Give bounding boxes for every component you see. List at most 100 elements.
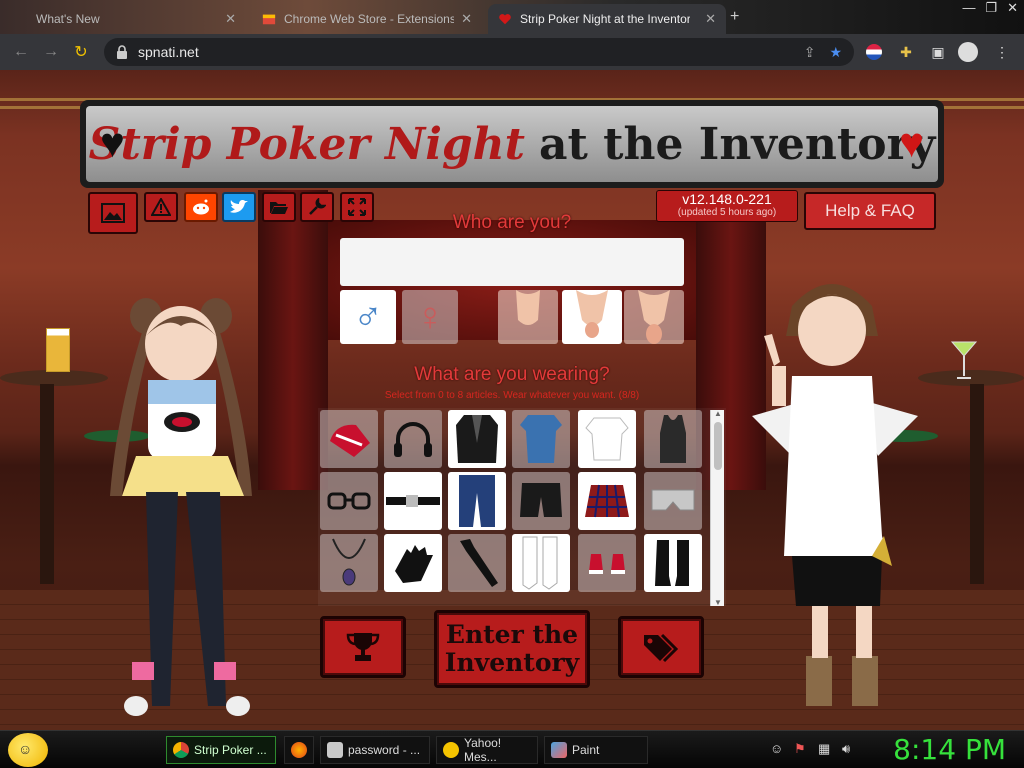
clothing-shirt[interactable]	[512, 410, 570, 468]
smiley-icon: ☺	[18, 741, 33, 757]
clothing-boots[interactable]	[644, 534, 702, 592]
address-bar[interactable]: spnati.net ⇪ ★	[104, 38, 854, 66]
scrollbar-thumb[interactable]	[714, 422, 722, 470]
plaid-skirt-icon	[585, 484, 629, 518]
volume-icon[interactable]: 🔊︎	[842, 741, 850, 757]
taskbar-item-password[interactable]: password - ...	[320, 736, 430, 764]
background-select-button[interactable]	[88, 192, 138, 234]
forward-icon[interactable]: →	[36, 43, 66, 61]
tab-whats-new[interactable]: What's New ✕	[26, 4, 246, 34]
shorts-icon	[520, 483, 562, 517]
minimize-icon[interactable]: —	[962, 0, 975, 16]
male-gender-button[interactable]: ♂	[340, 290, 396, 344]
taskbar-item-paint[interactable]: Paint	[544, 736, 648, 764]
chrome-icon	[173, 742, 189, 758]
tab-chrome-web-store[interactable]: Chrome Web Store - Extensions ✕	[252, 4, 482, 34]
size-small-icon	[516, 290, 540, 325]
clothing-belt[interactable]	[384, 472, 442, 530]
male-symbol-icon: ♂	[353, 294, 383, 339]
taskbar-item-strip-poker[interactable]: Strip Poker ...	[166, 736, 276, 764]
close-icon[interactable]: ✕	[225, 11, 236, 27]
back-icon[interactable]: ←	[6, 43, 36, 61]
menu-kebab-icon[interactable]: ⋮	[992, 42, 1012, 62]
clothing-jacket[interactable]	[448, 410, 506, 468]
clothing-headphones[interactable]	[384, 410, 442, 468]
clothing-scrollbar[interactable]: ▲ ▼	[710, 409, 724, 607]
scroll-down-arrow-icon[interactable]: ▼	[714, 598, 722, 607]
scroll-up-arrow-icon[interactable]: ▲	[714, 409, 722, 418]
taskbar: ☺ Strip Poker ... password - ... Yahoo! …	[0, 730, 1024, 768]
folder-open-icon	[270, 202, 288, 214]
bar-table-left	[0, 370, 108, 386]
tab-title: What's New	[36, 12, 100, 26]
clothing-cap[interactable]	[320, 410, 378, 468]
female-symbol-icon: ♀	[415, 294, 445, 339]
enter-line-1: Enter the	[445, 620, 579, 649]
sneakers-icon	[589, 554, 625, 574]
bookmark-star-icon[interactable]: ★	[829, 44, 842, 61]
clothing-shorts[interactable]	[512, 472, 570, 530]
taskbar-item-label: Strip Poker ...	[194, 743, 267, 757]
chrome-web-store-icon	[262, 14, 276, 25]
title-red-text: Strip Poker Night	[88, 118, 525, 170]
tray-smiley-icon[interactable]: ☺	[770, 741, 783, 756]
enter-line-2: Inventory	[444, 648, 580, 677]
female-gender-button[interactable]: ♀	[402, 290, 458, 344]
options-button[interactable]	[300, 192, 334, 222]
reload-icon[interactable]: ↻	[66, 42, 96, 62]
boots-icon	[655, 540, 689, 586]
yahoo-icon	[443, 742, 459, 758]
clothing-plaid-skirt[interactable]	[578, 472, 636, 530]
left-character-rosa	[110, 298, 252, 716]
clothing-gloves[interactable]	[384, 534, 442, 592]
clothing-necklace[interactable]	[320, 534, 378, 592]
reddit-icon	[193, 199, 209, 215]
twitter-button[interactable]	[222, 192, 256, 222]
size-medium-button[interactable]	[562, 290, 622, 344]
clothing-briefs[interactable]	[644, 472, 702, 530]
extensions-puzzle-icon[interactable]: ✚	[896, 42, 916, 62]
tab-spnati[interactable]: Strip Poker Night at the Inventor ✕	[488, 4, 726, 34]
share-icon[interactable]: ⇪	[804, 44, 816, 61]
clothing-sneakers[interactable]	[578, 534, 636, 592]
profile-avatar-icon[interactable]	[958, 42, 978, 62]
maximize-icon[interactable]: ❐	[985, 0, 997, 16]
help-faq-button[interactable]: Help & FAQ	[804, 192, 936, 230]
reddit-button[interactable]	[184, 192, 218, 222]
clothing-tie[interactable]	[448, 534, 506, 592]
clock[interactable]: 8:14 PM	[893, 733, 1006, 766]
clothing-tank-top[interactable]	[644, 410, 702, 468]
martini-glass	[950, 341, 978, 379]
size-small-button[interactable]	[498, 290, 558, 344]
gallery-trophy-button[interactable]	[320, 616, 406, 678]
belt-icon	[386, 495, 440, 507]
load-save-button[interactable]	[262, 192, 296, 222]
network-icon[interactable]: ▦	[818, 741, 830, 757]
size-large-button[interactable]	[624, 290, 684, 344]
close-icon[interactable]: ✕	[461, 11, 472, 27]
taskbar-item-label: password - ...	[348, 743, 421, 757]
new-tab-icon[interactable]: +	[730, 8, 739, 26]
content-warning-button[interactable]	[144, 192, 178, 222]
shirt-icon	[520, 415, 562, 463]
taskbar-item-firefox[interactable]	[284, 736, 314, 764]
clothing-glasses[interactable]	[320, 472, 378, 530]
sidebar-icon[interactable]: ▣	[928, 42, 948, 62]
taskbar-item-yahoo-messenger[interactable]: Yahoo! Mes...	[436, 736, 538, 764]
game-stage: ♥ Strip Poker Night at the Inventory ♥ v…	[0, 70, 1024, 730]
close-window-icon[interactable]: ✕	[1007, 0, 1018, 16]
tags-button[interactable]	[618, 616, 704, 678]
heart-favicon-icon	[499, 14, 511, 25]
tray-flag-icon[interactable]: ⚑	[794, 741, 806, 757]
close-icon[interactable]: ✕	[705, 11, 716, 27]
tags-icon	[644, 633, 679, 663]
player-name-input[interactable]	[340, 238, 684, 286]
clothing-jeans[interactable]	[448, 472, 506, 530]
image-icon	[101, 203, 125, 223]
clothing-socks[interactable]	[512, 534, 570, 592]
clothing-tshirt[interactable]	[578, 410, 636, 468]
extension-flag-icon[interactable]	[864, 42, 884, 62]
necklace-icon	[332, 538, 366, 586]
enter-the-inventory-button[interactable]: Enter the Inventory	[434, 610, 590, 688]
start-smiley-button[interactable]: ☺	[8, 733, 48, 767]
